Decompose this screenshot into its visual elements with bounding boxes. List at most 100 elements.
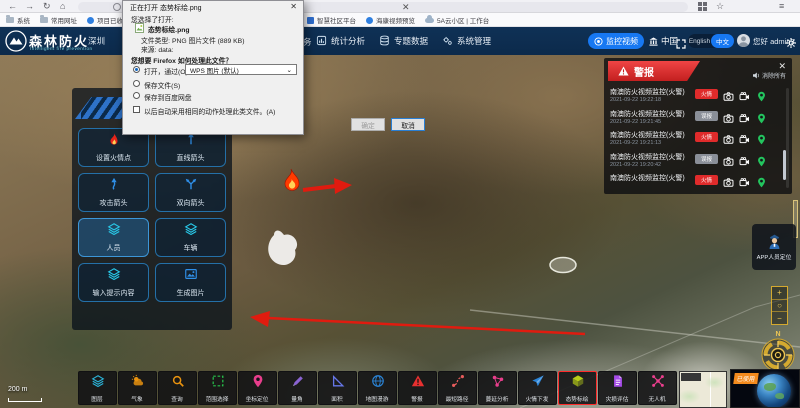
ok-button[interactable]: 确定 — [351, 118, 385, 131]
alarm-status-button[interactable]: 误报 — [695, 154, 718, 164]
basemap-satellite-thumbnail[interactable]: 已使用 — [730, 369, 800, 408]
camcorder-icon[interactable] — [739, 154, 750, 172]
basemap-street-thumbnail[interactable] — [679, 371, 727, 408]
plot-tool-5[interactable]: 车辆 — [155, 218, 226, 257]
location-pin-icon[interactable] — [756, 132, 767, 150]
bookmark-star-icon[interactable]: ☆ — [716, 1, 724, 11]
camcorder-icon[interactable] — [739, 111, 750, 129]
camcorder-icon[interactable] — [739, 89, 750, 107]
bookmarks-bar: 系统常用网址项目已收藏-神画 智慧社区平台海康视频预览5A云小区 | 工作台 — [0, 13, 800, 27]
settings-gear-icon[interactable] — [786, 35, 796, 53]
tool-13[interactable]: 灾损评估 — [598, 371, 637, 405]
tool-7[interactable]: 地图漫游 — [358, 371, 397, 405]
fullscreen-icon[interactable] — [676, 36, 686, 54]
plot-tool-2[interactable]: 攻击箭头 — [78, 173, 149, 212]
alarm-status-button[interactable]: 误报 — [695, 111, 718, 121]
police-officer-icon — [767, 233, 782, 250]
stadium — [550, 258, 576, 273]
alarm-panel: 警报 ✕ 消除所有 南澳防火视频监控(火警) 2021-09-22 19:22:… — [604, 58, 792, 194]
folder-icon — [40, 17, 48, 23]
camera-icon[interactable] — [723, 89, 734, 107]
alarm-scrollbar[interactable] — [786, 88, 789, 188]
tool-9[interactable]: 最短路径 — [438, 371, 477, 405]
app-navbar: 森林防火 Intelligent fire prevention 深圳 务 统计… — [0, 27, 800, 55]
tool-3[interactable]: 范围选择 — [198, 371, 237, 405]
pencil-icon — [291, 374, 305, 393]
alarm-status-button[interactable]: 火情 — [695, 89, 718, 99]
zoom-reset-button[interactable]: ○ — [772, 300, 787, 313]
location-pin-icon[interactable] — [756, 89, 767, 107]
camcorder-icon[interactable] — [739, 175, 750, 192]
radio-save-file[interactable] — [133, 80, 140, 87]
back-button[interactable]: ← — [8, 0, 17, 13]
alarm-scroll-thumb[interactable] — [783, 150, 786, 180]
plot-tool-7[interactable]: 生成图片 — [155, 263, 226, 302]
radio-open-with[interactable] — [133, 66, 140, 73]
cancel-button[interactable]: 取消 — [391, 118, 425, 131]
lang-chinese[interactable]: 中文 — [711, 34, 734, 48]
map-zoom-control: + ○ − — [771, 286, 788, 325]
zoom-in-button[interactable]: + — [772, 287, 787, 300]
reload-button[interactable]: ↻ — [43, 0, 51, 13]
tool-4[interactable]: 坐标定位 — [238, 371, 277, 405]
monitor-video-button[interactable]: 监控视频 — [588, 33, 644, 49]
nav-item-1[interactable]: 专题数据 — [379, 35, 428, 48]
camera-icon[interactable] — [723, 175, 734, 192]
site-info-icon[interactable] — [113, 3, 121, 11]
radio-save-baidu[interactable] — [133, 92, 140, 99]
fire-point-icon[interactable] — [285, 169, 299, 191]
folder-icon — [6, 17, 14, 23]
bookmark-item[interactable]: 系统 — [6, 15, 30, 25]
tool-11[interactable]: 火情下发 — [518, 371, 557, 405]
nav-item-0[interactable]: 统计分析 — [316, 35, 365, 48]
layers-icon — [91, 374, 105, 393]
tool-8[interactable]: 警报 — [398, 371, 437, 405]
tool-2[interactable]: 查询 — [158, 371, 197, 405]
location-pin-icon[interactable] — [756, 154, 767, 172]
tool-5[interactable]: 量角 — [278, 371, 317, 405]
tool-0[interactable]: 图层 — [78, 371, 117, 405]
brand-logo-icon — [5, 30, 27, 57]
open-with-select[interactable]: WPS 图片 (默认)⌄ — [185, 64, 297, 75]
camera-icon[interactable] — [723, 111, 734, 129]
extensions-icon[interactable] — [698, 2, 707, 13]
lang-english[interactable]: English — [688, 38, 711, 45]
zoom-out-button[interactable]: − — [772, 312, 787, 324]
tool-10[interactable]: 蔓延分析 — [478, 371, 517, 405]
forward-button[interactable]: → — [25, 0, 34, 13]
alarm-status-button[interactable]: 火情 — [695, 175, 718, 185]
tool-1[interactable]: 气象 — [118, 371, 157, 405]
camera-icon[interactable] — [723, 132, 734, 150]
checkbox-auto-action[interactable] — [133, 106, 140, 113]
camcorder-icon[interactable] — [739, 132, 750, 150]
gears-icon — [442, 35, 453, 48]
alarm-status-button[interactable]: 火情 — [695, 132, 718, 142]
app-personnel-locator-button[interactable]: APP人员定位 — [752, 224, 796, 270]
tool-6[interactable]: 面积 — [318, 371, 357, 405]
nav-item-2[interactable]: 系统管理 — [442, 35, 491, 48]
camera-icon[interactable] — [723, 154, 734, 172]
tool-14[interactable]: 无人机 — [638, 371, 677, 405]
home-button[interactable]: ⌂ — [60, 0, 65, 13]
plot-tool-6[interactable]: 输入提示内容 — [78, 263, 149, 302]
alarm-clear-all[interactable]: 消除所有 — [753, 71, 786, 80]
bookmark-item[interactable]: 智慧社区平台 — [307, 15, 356, 25]
plot-tool-3[interactable]: 双向箭头 — [155, 173, 226, 212]
attack-arrow-icon — [107, 177, 121, 196]
bookmark-item[interactable]: 常用网址 — [40, 15, 77, 25]
country-selector[interactable]: 中国 — [649, 35, 678, 47]
triangle-ruler-icon — [331, 374, 345, 393]
location-pin-icon[interactable] — [756, 111, 767, 129]
bookmark-item[interactable]: 5A云小区 | 工作台 — [425, 15, 489, 25]
drone-icon — [651, 374, 665, 393]
location-pin-icon[interactable] — [756, 175, 767, 192]
avatar[interactable] — [737, 34, 750, 47]
menu-icon[interactable]: ≡ — [779, 1, 784, 11]
tool-12[interactable]: 态势标绘 — [558, 371, 597, 405]
nav-item-partial[interactable]: 务 — [303, 36, 312, 48]
close-icon[interactable]: ✕ — [402, 1, 410, 13]
language-toggle[interactable]: English 中文 — [688, 34, 734, 48]
plot-tool-4[interactable]: 人员 — [78, 218, 149, 257]
bookmark-item[interactable]: 海康视频预览 — [366, 15, 415, 25]
dialog-close-icon[interactable]: ✕ — [290, 2, 297, 11]
